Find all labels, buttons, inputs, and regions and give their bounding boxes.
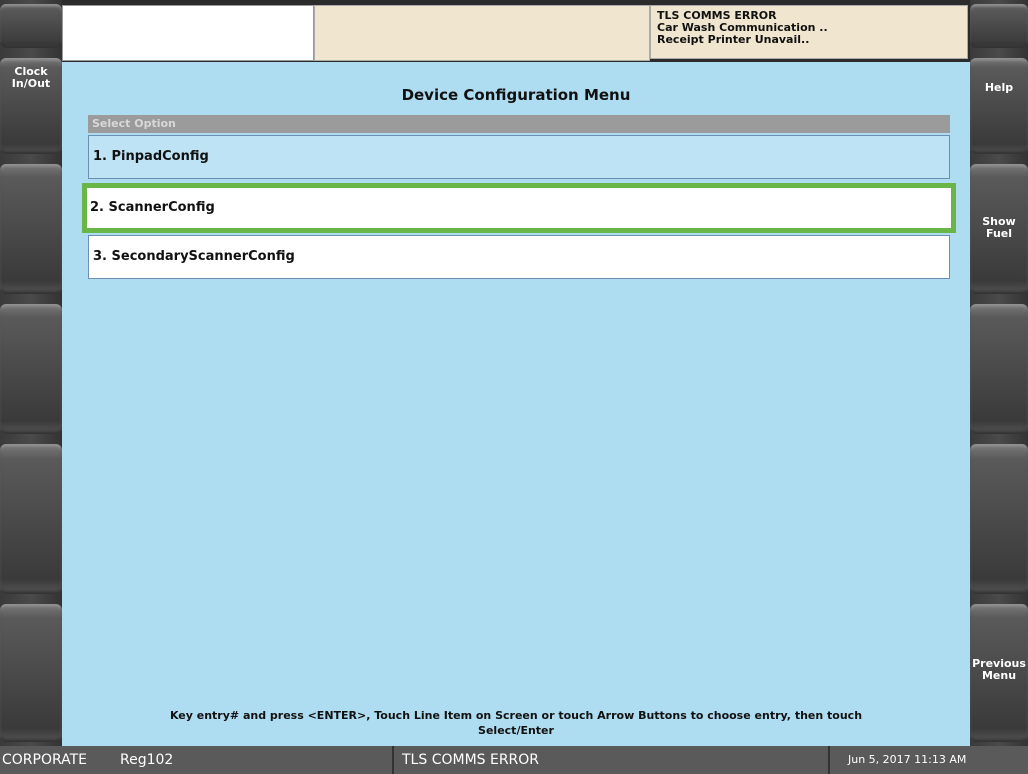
help-label: Help [984,81,1014,94]
menu-item-secondary-scanner-config[interactable]: 3. SecondaryScannerConfig [88,235,950,279]
show-fuel-button[interactable]: Show Fuel [970,164,1028,294]
menu-item-scanner-config[interactable]: 2. ScannerConfig [82,183,956,233]
right-softkey-5[interactable] [970,444,1028,594]
clock-in-out-label: Clock In/Out [11,65,51,90]
top-message-area [314,5,650,61]
right-softkey-4[interactable] [970,304,1028,434]
previous-menu-label: Previous Menu [972,657,1026,682]
main-panel: Device Configuration Menu Select Option … [62,62,970,746]
alert-line: Receipt Printer Unavail.. [657,33,810,46]
show-fuel-label: Show Fuel [982,215,1016,240]
menu-item-pinpad-config[interactable]: 1. PinpadConfig [88,135,950,179]
left-softkey-5[interactable] [0,444,62,594]
previous-menu-button[interactable]: Previous Menu [970,604,1028,742]
status-bar: CORPORATE Reg102 TLS COMMS ERROR Jun 5, … [0,746,1028,774]
help-button[interactable]: Help [970,58,1028,154]
register-id: Reg102 [120,752,174,768]
right-softkey-column: Help Show Fuel Previous Menu [970,0,1028,746]
status-divider [828,746,830,774]
top-header: TLS COMMS ERROR Car Wash Communication .… [62,0,970,62]
instruction-line: Key entry# and press <ENTER>, Touch Line… [169,709,863,722]
date-time: Jun 5, 2017 11:13 AM [848,753,967,766]
instruction-text: Key entry# and press <ENTER>, Touch Line… [62,708,970,738]
left-softkey-1[interactable] [0,4,62,48]
status-message: TLS COMMS ERROR [402,752,540,768]
right-softkey-1[interactable] [970,4,1028,48]
page-title: Device Configuration Menu [401,86,631,104]
left-softkey-3[interactable] [0,164,62,294]
alert-panel: TLS COMMS ERROR Car Wash Communication .… [650,5,968,59]
status-divider [392,746,394,774]
top-input-area [62,5,314,61]
store-name: CORPORATE [2,752,88,768]
clock-in-out-button[interactable]: Clock In/Out [0,58,62,154]
instruction-line: Select/Enter [478,724,554,737]
select-option-header: Select Option [88,115,950,133]
left-softkey-6[interactable] [0,604,62,742]
left-softkey-column: Clock In/Out [0,0,62,746]
left-softkey-4[interactable] [0,304,62,434]
